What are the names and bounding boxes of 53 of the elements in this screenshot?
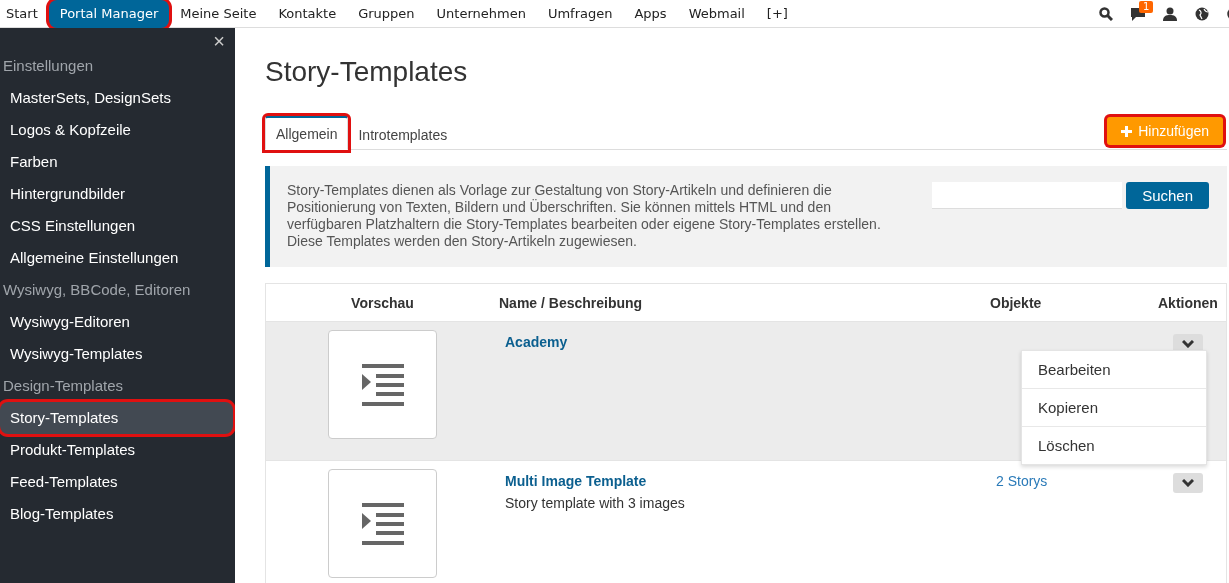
nav-link[interactable]: Webmail (677, 0, 756, 28)
sidebar-item[interactable]: MasterSets, DesignSets (0, 82, 233, 114)
page-title: Story-Templates (265, 56, 469, 88)
sidebar-item[interactable]: Feed-Templates (0, 466, 233, 498)
notification-count: 1 (1139, 0, 1154, 13)
chevron-down-icon (1182, 340, 1194, 348)
nav-link[interactable]: Start (0, 0, 49, 28)
close-button[interactable]: × (213, 32, 225, 50)
nav-link[interactable]: Portal Manager (48, 0, 170, 28)
search-field[interactable] (932, 182, 1123, 209)
sidebar-item[interactable]: Allgemeine Einstellungen (0, 242, 233, 274)
globe-icon[interactable] (1195, 6, 1209, 21)
column-header: Vorschau (350, 294, 415, 313)
sidebar-item[interactable]: Produkt-Templates (0, 434, 233, 466)
objects-link[interactable]: 2 Storys (996, 473, 1048, 489)
sidebar-item[interactable]: Hintergrundbilder (0, 178, 233, 210)
chevron-down-icon (1182, 479, 1194, 487)
sidebar-heading: Wysiwyg, BBCode, Editoren (2, 280, 192, 300)
nav-link[interactable]: [+] (755, 0, 799, 28)
user-icon[interactable] (1163, 6, 1177, 21)
sidebar-item[interactable]: Blog-Templates (0, 498, 233, 530)
search-icon[interactable] (1099, 6, 1113, 21)
menu-item[interactable]: Bearbeiten (1022, 351, 1206, 388)
menu-item[interactable]: Kopieren (1022, 388, 1206, 426)
search-button[interactable]: Suchen (1126, 182, 1209, 209)
column-header: Aktionen (1157, 294, 1219, 313)
sidebar-heading: Einstellungen (2, 56, 95, 76)
tab[interactable]: Allgemein (265, 116, 349, 150)
sidebar-item[interactable]: Farben (0, 146, 233, 178)
sidebar-item[interactable]: CSS Einstellungen (0, 210, 233, 242)
sidebar-item[interactable]: Logos & Kopfzeile (0, 114, 233, 146)
nav-link[interactable]: Meine Seite (169, 0, 268, 28)
nav-link[interactable]: Gruppen (347, 0, 426, 28)
sidebar-heading: Design-Templates (2, 376, 125, 396)
nav-link[interactable]: Umfragen (536, 0, 624, 28)
sidebar-item[interactable]: Wysiwyg-Editoren (0, 306, 233, 338)
nav-link[interactable]: Unternehmen (425, 0, 537, 28)
nav-link[interactable]: Kontakte (267, 0, 348, 28)
template-description: Story template with 3 images (505, 495, 686, 511)
sidebar-item[interactable]: Wysiwyg-Templates (0, 338, 233, 370)
column-header: Objekte (990, 294, 1043, 313)
nav-link[interactable]: Apps (623, 0, 678, 28)
indent-icon (361, 502, 404, 545)
indent-icon (361, 363, 404, 406)
template-name-link[interactable]: Multi Image Template (505, 473, 647, 489)
actions-dropdown-button[interactable] (1173, 473, 1203, 493)
sidebar-item[interactable]: Story-Templates (0, 402, 233, 434)
column-header: Name / Beschreibung (499, 294, 644, 313)
menu-item[interactable]: Löschen (1022, 426, 1206, 464)
template-name-link[interactable]: Academy (505, 334, 568, 350)
info-text: Story-Templates dienen als Vorlage zur Gestaltung von Story-Artikeln und definieren die Positionierung von Texten, Bildern und Überschriften. Sie können mittels HTML und den verfügbaren Platzhaltern die Story-Templates bearbeiten oder eigene Story-Templates erstellen. Diese Templates werden den Story-Artikeln zugewiesen. (287, 182, 882, 250)
tab[interactable]: Introtemplates (348, 119, 458, 150)
plus-icon (1121, 125, 1133, 137)
